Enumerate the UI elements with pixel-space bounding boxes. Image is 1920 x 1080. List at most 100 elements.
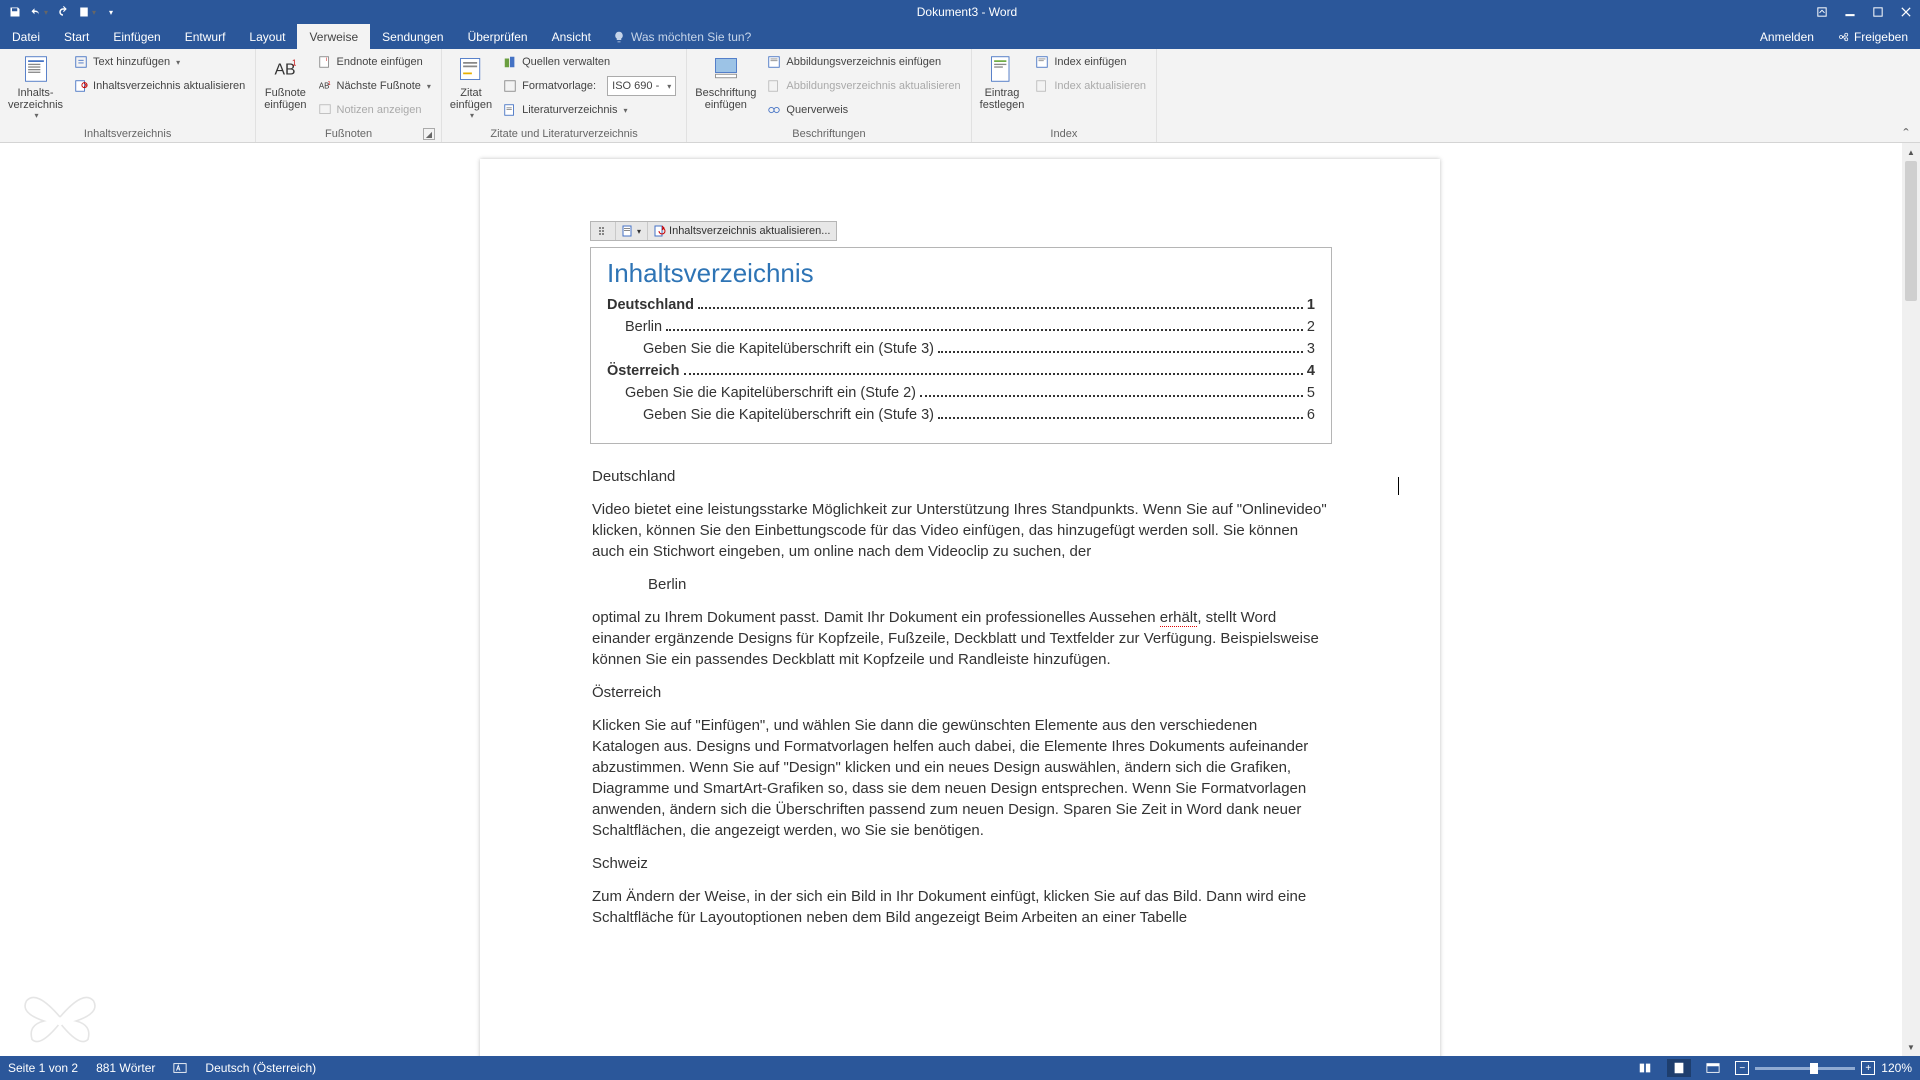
maximize-icon[interactable]: [1864, 2, 1892, 22]
paragraph-4: Zum Ändern der Weise, in der sich ein Bi…: [592, 886, 1328, 928]
add-text-icon: [73, 54, 89, 70]
zoom-in-button[interactable]: +: [1861, 1061, 1875, 1075]
toc-leader: [684, 373, 1303, 375]
print-layout-icon[interactable]: [1667, 1059, 1691, 1077]
update-toc-button[interactable]: Inhaltsverzeichnis aktualisieren: [69, 75, 249, 97]
close-icon[interactable]: [1892, 2, 1920, 22]
footnotes-dialog-launcher[interactable]: ◢: [423, 128, 435, 140]
toc-entry-page: 1: [1307, 297, 1315, 313]
insert-index-icon: [1034, 54, 1050, 70]
insert-endnote-button[interactable]: iEndnote einfügen: [313, 51, 435, 73]
insert-caption-button[interactable]: Beschriftung einfügen: [693, 51, 758, 111]
toc-entry[interactable]: Geben Sie die Kapitelüberschrift ein (St…: [607, 385, 1315, 401]
minimize-icon[interactable]: [1836, 2, 1864, 22]
web-layout-icon[interactable]: [1701, 1059, 1725, 1077]
share-button[interactable]: Freigeben: [1826, 24, 1920, 49]
scrollbar-thumb[interactable]: [1905, 161, 1917, 301]
group-label-footnotes: Fußnoten◢: [262, 128, 435, 142]
collapse-ribbon-icon[interactable]: ˆ: [1896, 128, 1916, 144]
toc-entry-text: Geben Sie die Kapitelüberschrift ein (St…: [643, 341, 934, 357]
undo-icon[interactable]: ▾: [28, 2, 50, 22]
citation-style-combo[interactable]: ISO 690 -▾: [607, 76, 676, 96]
show-notes-icon: [317, 102, 333, 118]
toc-entry-text: Geben Sie die Kapitelüberschrift ein (St…: [625, 385, 916, 401]
ribbon-options-icon[interactable]: [1808, 2, 1836, 22]
toc-entry-text: Deutschland: [607, 297, 694, 313]
insert-figures-table-button[interactable]: Abbildungsverzeichnis einfügen: [762, 51, 964, 73]
tab-sendungen[interactable]: Sendungen: [370, 24, 455, 49]
bibliography-button[interactable]: Literaturverzeichnis▾: [498, 99, 680, 121]
scroll-down-icon[interactable]: ▼: [1902, 1038, 1920, 1056]
next-footnote-button[interactable]: AB1Nächste Fußnote▾: [313, 75, 435, 97]
tab-layout[interactable]: Layout: [237, 24, 297, 49]
toc-button[interactable]: Inhalts- verzeichnis ▾: [6, 51, 65, 120]
tab-verweise[interactable]: Verweise: [297, 24, 370, 49]
zoom-track[interactable]: [1755, 1067, 1855, 1070]
zoom-handle[interactable]: [1810, 1063, 1818, 1074]
ribbon: Inhalts- verzeichnis ▾ Text hinzufügen▾ …: [0, 49, 1920, 143]
window-title: Dokument3 - Word: [126, 5, 1808, 19]
tab-start[interactable]: Start: [52, 24, 101, 49]
toc-entry[interactable]: Geben Sie die Kapitelüberschrift ein (St…: [607, 341, 1315, 357]
mark-entry-button[interactable]: Eintrag festlegen: [978, 51, 1027, 111]
spelling-error[interactable]: erhält: [1160, 609, 1198, 627]
toc-entry[interactable]: Berlin2: [607, 319, 1315, 335]
zoom-out-button[interactable]: −: [1735, 1061, 1749, 1075]
svg-text:1: 1: [327, 81, 330, 87]
qat-customize-icon[interactable]: ▾: [100, 2, 122, 22]
caption-icon: [710, 53, 742, 85]
vertical-scrollbar[interactable]: ▲ ▼: [1902, 143, 1920, 1056]
toc-field[interactable]: Inhaltsverzeichnis Deutschland1Berlin2Ge…: [590, 247, 1332, 444]
toc-update-button[interactable]: Inhaltsverzeichnis aktualisieren...: [648, 222, 836, 240]
touch-mode-icon[interactable]: ▾: [76, 2, 98, 22]
zoom-slider: − + 120%: [1735, 1061, 1912, 1075]
manage-sources-button[interactable]: Quellen verwalten: [498, 51, 680, 73]
mark-entry-icon: [986, 53, 1018, 85]
tell-me-search[interactable]: Was möchten Sie tun?: [603, 24, 1748, 49]
tab-ueberpruefen[interactable]: Überprüfen: [456, 24, 540, 49]
save-icon[interactable]: [4, 2, 26, 22]
ribbon-group-footnotes: AB1 Fußnote einfügen iEndnote einfügen A…: [256, 49, 442, 142]
add-text-button[interactable]: Text hinzufügen▾: [69, 51, 249, 73]
paragraph-1: Video bietet eine leistungsstarke Möglic…: [592, 499, 1328, 562]
toc-menu-icon: [622, 225, 634, 237]
toc-entry[interactable]: Geben Sie die Kapitelüberschrift ein (St…: [607, 407, 1315, 423]
insert-citation-button[interactable]: Zitat einfügen ▾: [448, 51, 494, 120]
ribbon-group-index: Eintrag festlegen Index einfügen Index a…: [972, 49, 1157, 142]
page-count[interactable]: Seite 1 von 2: [8, 1061, 78, 1075]
lightbulb-icon: [613, 31, 625, 43]
toc-entry-page: 3: [1307, 341, 1315, 357]
insert-footnote-button[interactable]: AB1 Fußnote einfügen: [262, 51, 308, 111]
redo-icon[interactable]: [52, 2, 74, 22]
toc-entry[interactable]: Deutschland 1: [607, 297, 1315, 313]
paragraph-3: Klicken Sie auf "Einfügen", und wählen S…: [592, 715, 1328, 841]
citation-icon: [455, 53, 487, 85]
zoom-level[interactable]: 120%: [1881, 1061, 1912, 1075]
cross-reference-button[interactable]: Querverweis: [762, 99, 964, 121]
quick-access-toolbar: ▾ ▾ ▾: [0, 2, 126, 22]
manage-sources-icon: [502, 54, 518, 70]
tell-me-placeholder: Was möchten Sie tun?: [631, 30, 751, 44]
toc-entry-text: Geben Sie die Kapitelüberschrift ein (St…: [643, 407, 934, 423]
proofing-button[interactable]: [173, 1061, 187, 1075]
insert-index-button[interactable]: Index einfügen: [1030, 51, 1150, 73]
toc-field-handle[interactable]: [591, 222, 616, 240]
tab-einfuegen[interactable]: Einfügen: [101, 24, 172, 49]
read-mode-icon[interactable]: [1633, 1059, 1657, 1077]
text-cursor: [1398, 477, 1399, 495]
tab-ansicht[interactable]: Ansicht: [540, 24, 603, 49]
language-button[interactable]: Deutsch (Österreich): [205, 1061, 316, 1075]
page[interactable]: ▾ Inhaltsverzeichnis aktualisieren... In…: [480, 159, 1440, 1056]
tab-entwurf[interactable]: Entwurf: [173, 24, 238, 49]
scroll-up-icon[interactable]: ▲: [1902, 143, 1920, 161]
sign-in-button[interactable]: Anmelden: [1748, 24, 1826, 49]
tab-file[interactable]: Datei: [0, 24, 52, 49]
page-content: Inhaltsverzeichnis Deutschland1Berlin2Ge…: [480, 159, 1440, 928]
group-label-toc: Inhaltsverzeichnis: [6, 128, 249, 142]
toc-label: Inhalts- verzeichnis: [8, 87, 63, 111]
toc-entry[interactable]: Österreich4: [607, 363, 1315, 379]
toc-entry-text: Österreich: [607, 363, 680, 379]
word-count[interactable]: 881 Wörter: [96, 1061, 155, 1075]
toc-field-menu[interactable]: ▾: [616, 222, 648, 240]
group-label-captions: Beschriftungen: [693, 128, 964, 142]
